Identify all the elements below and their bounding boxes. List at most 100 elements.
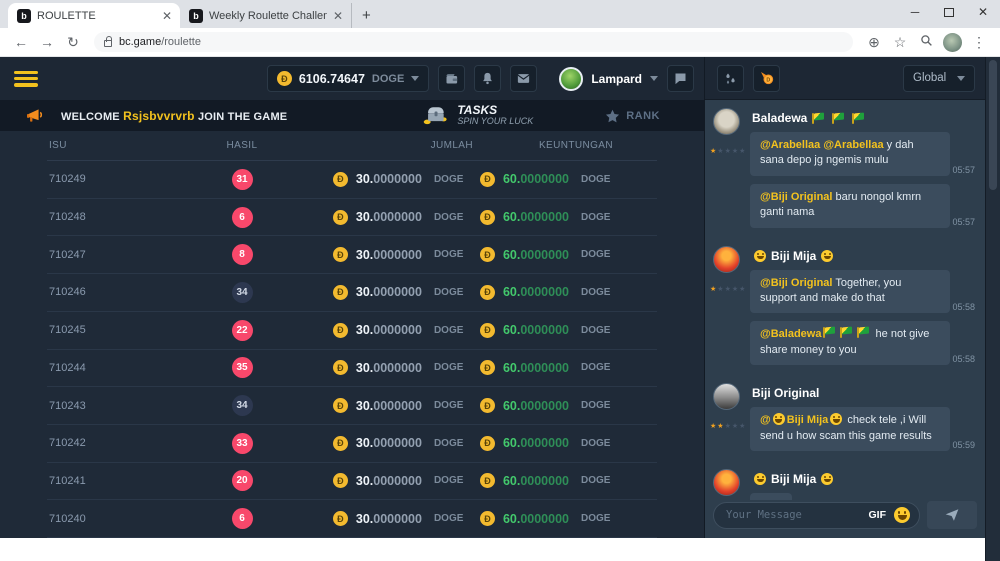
close-button[interactable]: ✕: [966, 0, 1000, 24]
chat-bubble[interactable]: Ok: [750, 493, 792, 500]
mention[interactable]: @Arabellaa: [823, 139, 883, 151]
amount-decimals: 0000000: [520, 210, 569, 224]
user-rating: ★★★★★: [710, 415, 746, 433]
chat-bubble[interactable]: @Biji Original Together, you support and…: [750, 270, 950, 314]
send-message-button[interactable]: [927, 501, 977, 529]
doge-coin-icon: Ð: [333, 247, 348, 262]
user-menu[interactable]: Lampard: [559, 67, 658, 91]
table-header: ISU HASIL JUMLAH KEUNTUNGAN: [47, 131, 657, 161]
table-row[interactable]: 71024435Ð30.0000000DOGEÐ60.0000000DOGE: [47, 350, 657, 388]
minimize-button[interactable]: ─: [898, 0, 932, 24]
profit-amount: Ð60.0000000DOGE: [480, 360, 657, 375]
tab-weekly-challenge[interactable]: b Weekly Roulette Challenge - Win ✕: [180, 3, 352, 28]
table-row[interactable]: 71024634Ð30.0000000DOGEÐ60.0000000DOGE: [47, 274, 657, 312]
address-bar[interactable]: bc.game/roulette: [94, 32, 853, 52]
table-row[interactable]: 7102486Ð30.0000000DOGEÐ60.0000000DOGE: [47, 199, 657, 237]
scrollbar-thumb[interactable]: [989, 60, 997, 190]
forward-icon[interactable]: →: [34, 34, 60, 50]
chat-username[interactable]: Biji Original: [752, 386, 975, 400]
tab-close-icon[interactable]: ✕: [162, 10, 172, 22]
chat-bubble[interactable]: @Biji Mija check tele ,i Will send u how…: [750, 407, 950, 451]
chat-avatar[interactable]: [713, 469, 740, 496]
menu-dots-icon[interactable]: ⋮: [966, 34, 992, 51]
window-controls: ─ ✕: [898, 0, 1000, 24]
chat-username[interactable]: Biji Mija: [752, 249, 975, 263]
chevron-down-icon: [650, 76, 658, 81]
bet-id: 710240: [47, 513, 167, 525]
table-row[interactable]: 7102478Ð30.0000000DOGEÐ60.0000000DOGE: [47, 236, 657, 274]
tab-close-icon[interactable]: ✕: [333, 10, 343, 22]
mention[interactable]: @Baladewa: [760, 328, 821, 340]
rank-button[interactable]: RANK: [605, 109, 660, 123]
table-row[interactable]: 71024522Ð30.0000000DOGEÐ60.0000000DOGE: [47, 312, 657, 350]
chat-input-box[interactable]: GIF: [713, 502, 920, 529]
star-icon: ★: [717, 148, 723, 155]
mention[interactable]: @Biji Original: [760, 191, 832, 203]
amount-main: 30.: [356, 474, 373, 488]
wallet-button[interactable]: [438, 65, 465, 92]
chat-avatar[interactable]: [713, 383, 740, 410]
coin-drop-button[interactable]: D: [753, 65, 780, 92]
mention[interactable]: @Biji Original: [760, 277, 832, 289]
currency-label: DOGE: [581, 438, 613, 449]
chat-username[interactable]: Baladewa: [752, 111, 975, 125]
browser-window: b ROULETTE ✕ b Weekly Roulette Challenge…: [0, 0, 1000, 561]
welcome-message: WELCOME Rsjsbvvrvrb JOIN THE GAME: [61, 109, 287, 123]
chat-bubble[interactable]: @Biji Original baru nongol kmrn ganti na…: [750, 184, 950, 228]
messages-mail-button[interactable]: [510, 65, 537, 92]
notifications-bell-button[interactable]: [474, 65, 501, 92]
table-row[interactable]: 71024931Ð30.0000000DOGEÐ60.0000000DOGE: [47, 161, 657, 199]
col-hasil: HASIL: [167, 140, 317, 151]
page-scrollbar[interactable]: [985, 57, 1000, 561]
table-row[interactable]: 71024334Ð30.0000000DOGEÐ60.0000000DOGE: [47, 387, 657, 425]
zoom-install-icon[interactable]: ⊕: [861, 34, 887, 51]
message-time: 05:59: [952, 440, 975, 450]
chat-toggle-button[interactable]: [667, 65, 694, 92]
currency-label: DOGE: [581, 174, 613, 185]
profile-avatar[interactable]: [943, 33, 962, 52]
bookmark-star-icon[interactable]: ☆: [887, 34, 913, 51]
reload-icon[interactable]: ↻: [60, 34, 86, 51]
chat-username[interactable]: Biji Mija: [752, 472, 975, 486]
result-badge: 22: [232, 320, 253, 341]
chat-message-input[interactable]: [726, 509, 861, 521]
user-avatar: [559, 67, 583, 91]
chat-panel: D Global ★★★★★ Baladewa @Arabellaa @Arabel…: [705, 57, 985, 538]
amount-main: 30.: [356, 436, 373, 450]
chat-bubble[interactable]: @Baladewa he not give share money to you: [750, 321, 950, 365]
mention[interactable]: @Arabellaa: [760, 139, 820, 151]
hamburger-menu-icon[interactable]: [14, 71, 38, 87]
chat-channel-select[interactable]: Global: [903, 65, 975, 92]
star-icon: ★: [717, 286, 723, 293]
mention[interactable]: @: [760, 414, 771, 426]
search-icon[interactable]: [913, 34, 939, 50]
table-row[interactable]: 71024120Ð30.0000000DOGEÐ60.0000000DOGE: [47, 463, 657, 501]
chat-avatar-column: ★★★★★: [713, 383, 750, 459]
amount-main: 60.: [503, 399, 520, 413]
chat-bubble[interactable]: @Arabellaa @Arabellaa y dah sana depo jg…: [750, 132, 950, 176]
emoji-picker-icon[interactable]: [894, 507, 910, 523]
table-row[interactable]: 7102406Ð30.0000000DOGEÐ60.0000000DOGE: [47, 500, 657, 538]
amount-decimals: 0000000: [373, 210, 422, 224]
svg-text:D: D: [766, 77, 770, 83]
chat-avatar[interactable]: [713, 246, 740, 273]
col-jumlah: JUMLAH: [317, 140, 487, 151]
tasks-button[interactable]: TASKS SPIN YOUR LUCK: [422, 104, 533, 127]
doge-coin-icon: Ð: [480, 210, 495, 225]
back-icon[interactable]: ←: [8, 34, 34, 50]
mention[interactable]: Biji Mija: [787, 414, 829, 426]
maximize-button[interactable]: [932, 0, 966, 24]
profit-amount: Ð60.0000000DOGE: [480, 398, 657, 413]
new-tab-button[interactable]: +: [362, 7, 371, 24]
table-row[interactable]: 71024233Ð30.0000000DOGEÐ60.0000000DOGE: [47, 425, 657, 463]
col-isu: ISU: [47, 140, 167, 151]
tab-roulette[interactable]: b ROULETTE ✕: [8, 3, 180, 28]
rain-tip-button[interactable]: [717, 65, 744, 92]
amount-main: 60.: [503, 474, 520, 488]
amount-main: 30.: [356, 285, 373, 299]
result-badge: 33: [232, 433, 253, 454]
chat-avatar[interactable]: [713, 108, 740, 135]
gif-button[interactable]: GIF: [869, 509, 887, 521]
amount-main: 30.: [356, 361, 373, 375]
balance-selector[interactable]: Ð 6106.74647 DOGE: [267, 65, 429, 92]
